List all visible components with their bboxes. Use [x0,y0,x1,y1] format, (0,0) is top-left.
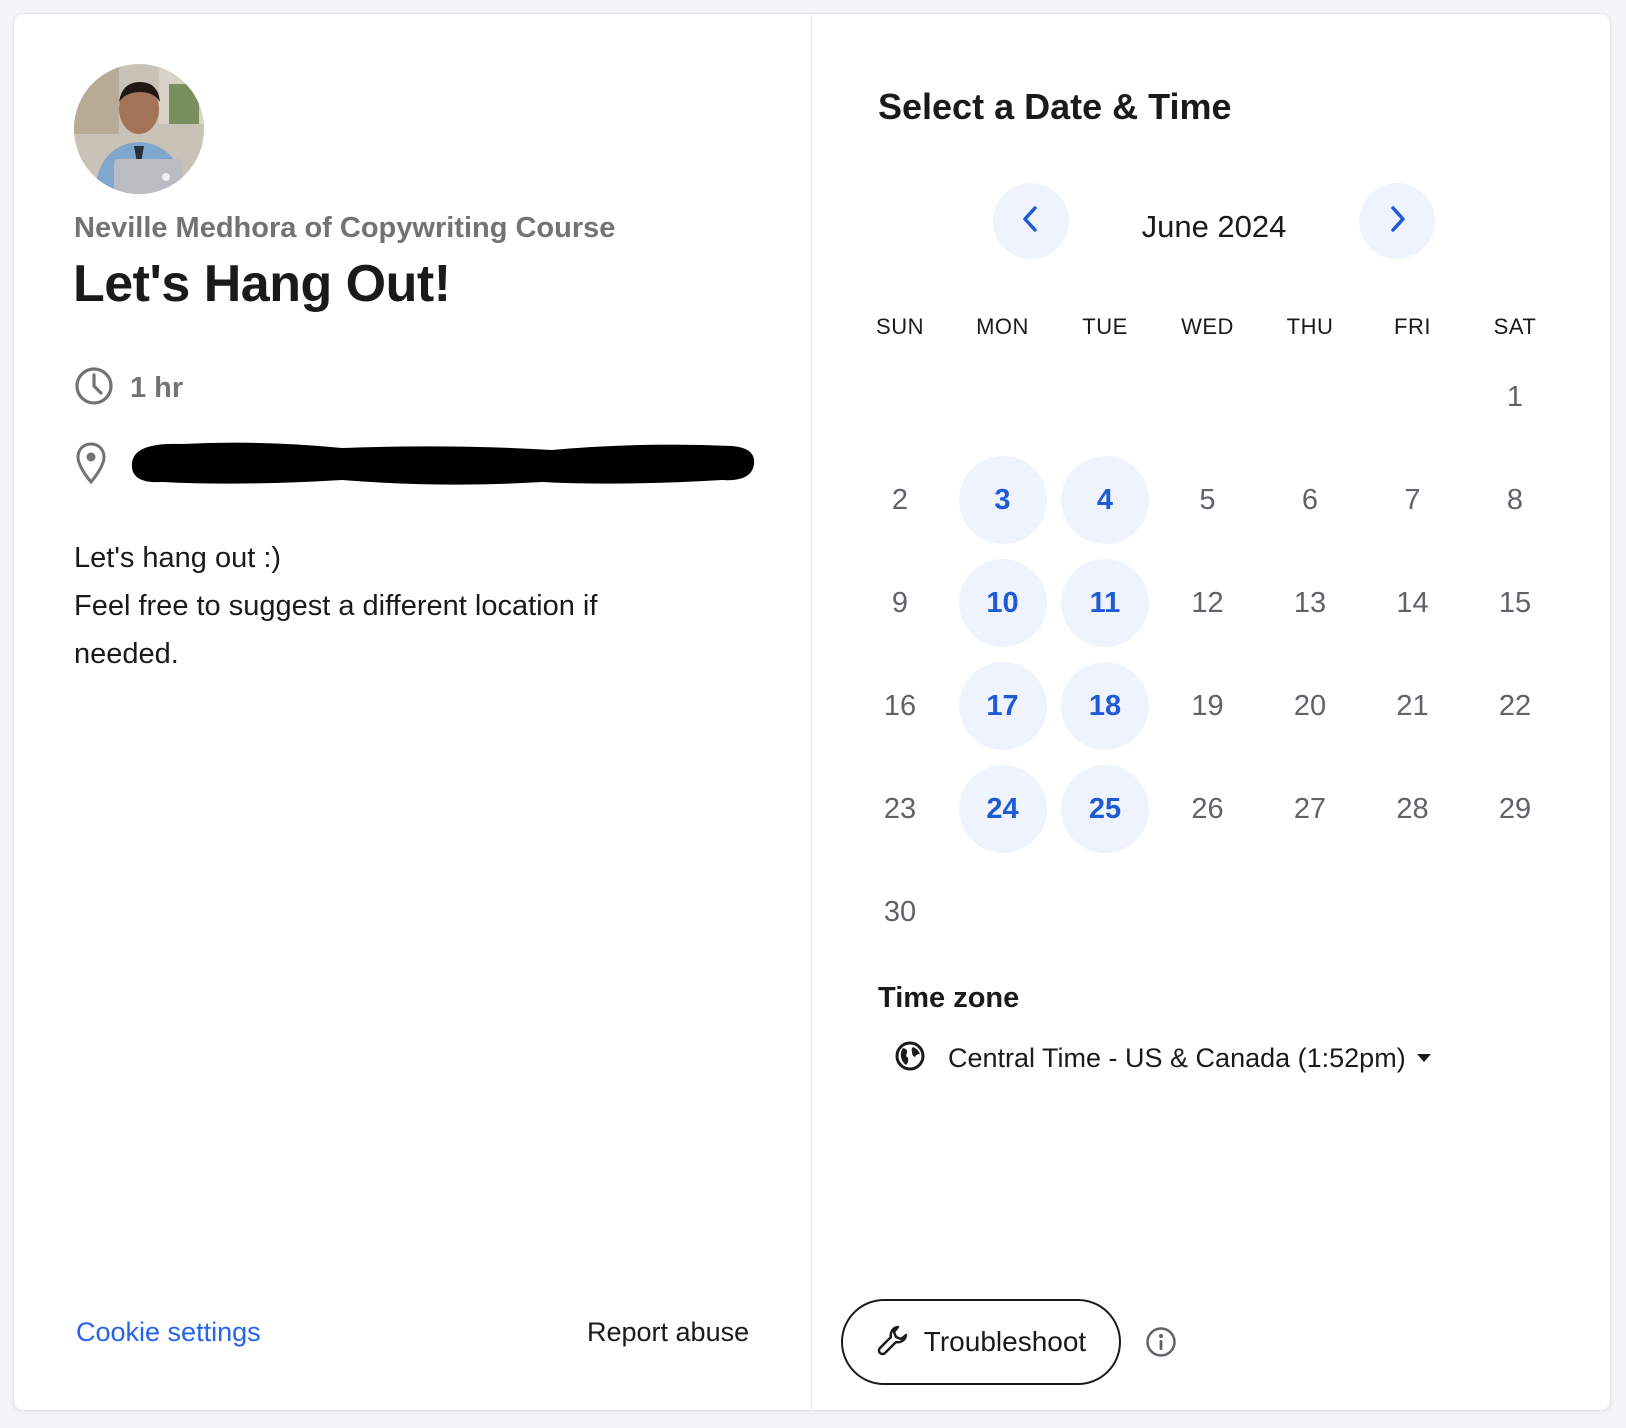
info-icon [1145,1327,1177,1362]
panel-divider [811,14,812,1410]
booking-card: Neville Medhora of Copywriting Course Le… [13,13,1611,1411]
organizer-name: Neville Medhora of Copywriting Course [74,212,616,244]
calendar-day: 15 [1498,586,1532,619]
description-line: Let's hang out :) [74,542,282,574]
location-pin-icon [74,441,108,490]
calendar-day: 16 [883,689,917,722]
weekday-tue: TUE [1082,314,1128,339]
timezone-value: Central Time - US & Canada (1:52pm) [948,1043,1406,1073]
calendar-day: 9 [891,586,909,619]
calendar-day: 20 [1293,689,1327,722]
duration-row: 1 hr [74,366,183,411]
calendar-day: 23 [883,792,917,825]
calendar-day: 5 [1199,483,1216,516]
calendar-day: 13 [1293,586,1327,619]
description-line: Feel free to suggest a different locatio… [74,590,598,670]
month-label: June 2024 [1141,209,1287,244]
calendar-day-available[interactable]: 18 [1061,662,1149,750]
calendar-day: 7 [1404,483,1421,516]
calendar-day: 1 [1506,380,1524,413]
calendar-day: 26 [1191,792,1224,825]
timezone-select[interactable]: Central Time - US & Canada (1:52pm) [894,1040,1432,1077]
event-description: Let's hang out :) Feel free to suggest a… [74,534,694,678]
event-title: Let's Hang Out! [73,255,451,313]
wrench-icon [876,1323,910,1362]
calendar-day: 21 [1396,689,1429,722]
calendar-day-available[interactable]: 3 [958,456,1047,544]
chevron-left-icon [1020,204,1042,239]
calendar-day-available[interactable]: 10 [958,559,1047,647]
calendar-day: 30 [883,895,917,928]
troubleshoot-button[interactable]: Troubleshoot [841,1299,1121,1385]
next-month-button[interactable] [1359,183,1435,259]
calendar-day-available[interactable]: 11 [1061,559,1149,647]
duration-label: 1 hr [130,372,184,404]
chevron-right-icon [1386,204,1408,239]
redacted-location [122,438,762,493]
timezone-label: Time zone [878,982,1020,1014]
caret-down-icon [1416,1050,1432,1068]
calendar-day-available[interactable]: 4 [1061,456,1149,544]
calendar-day: 12 [1191,586,1224,619]
page-title: Select a Date & Time [878,86,1232,127]
calendar-day: 2 [891,483,909,516]
report-abuse-link[interactable]: Report abuse [587,1317,749,1348]
globe-icon [894,1040,926,1077]
calendar-day: 28 [1396,792,1429,825]
location-row [74,438,762,493]
weekday-sat: SAT [1493,314,1537,339]
calendar-day: 22 [1498,689,1532,722]
calendar-day: 14 [1396,586,1429,619]
calendar-day: 19 [1191,689,1224,722]
clock-icon [74,366,114,411]
calendar-day: 27 [1293,792,1327,825]
calendar-day-available[interactable]: 24 [958,765,1047,853]
calendar-day: 8 [1506,483,1524,516]
avatar [74,64,204,194]
weekday-mon: MON [976,314,1029,339]
weekday-sun: SUN [876,314,924,339]
cookie-settings-link[interactable]: Cookie settings [76,1317,261,1348]
info-button[interactable] [1145,1326,1177,1363]
weekday-thu: THU [1286,314,1334,339]
calendar-day: 29 [1498,792,1532,825]
weekday-fri: FRI [1394,314,1431,339]
troubleshoot-label: Troubleshoot [923,1326,1087,1357]
calendar-day-available[interactable]: 17 [958,662,1047,750]
weekday-wed: WED [1181,314,1234,339]
calendar-day: 6 [1301,483,1319,516]
calendar-day-available[interactable]: 25 [1061,765,1149,853]
